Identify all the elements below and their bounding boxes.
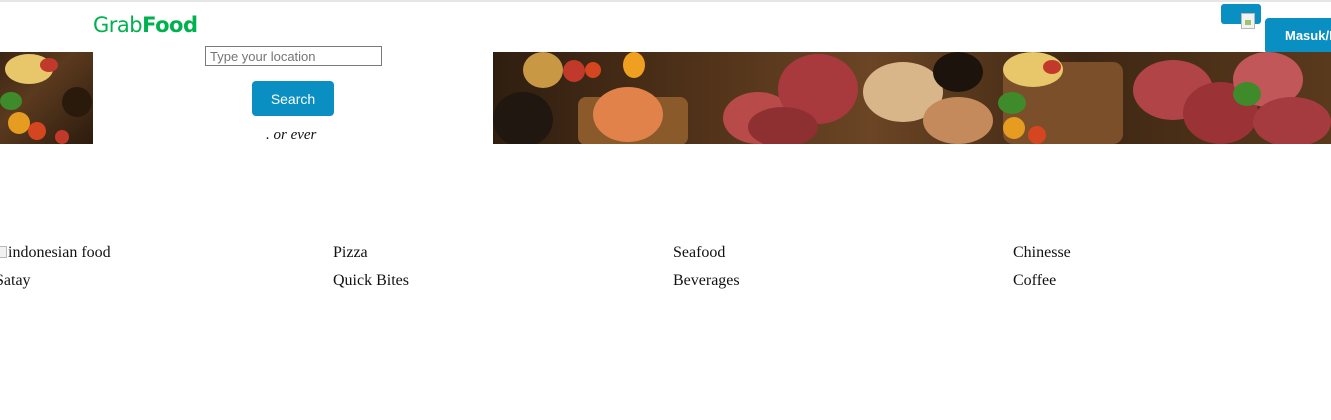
category-pizza[interactable]: Pizza — [333, 244, 368, 262]
category-label: Satay — [0, 272, 31, 289]
leaf-icon — [998, 92, 1026, 114]
beef-slice-icon-7 — [1253, 97, 1331, 144]
location-input[interactable] — [205, 46, 382, 66]
roasted-vegetables-icon — [593, 87, 663, 142]
login-button[interactable]: Masuk/Daftar — [1265, 18, 1331, 54]
category-label: Beverages — [673, 272, 740, 289]
tomato-icon — [40, 58, 58, 72]
pan-icon — [493, 92, 553, 144]
broken-image-icon — [0, 246, 7, 258]
grabfood-logo[interactable]: GrabFood — [93, 13, 198, 37]
onion-icon — [923, 97, 993, 144]
logo-food-text: Food — [142, 13, 198, 37]
leaf-icon — [0, 92, 22, 110]
tomato-icon-2 — [585, 62, 601, 78]
beef-slice-icon-3 — [748, 107, 818, 144]
tomato-icon-3 — [1043, 60, 1061, 74]
orange-tomato-icon — [1003, 117, 1025, 139]
category-seafood[interactable]: Seafood — [673, 244, 725, 262]
category-label: Seafood — [673, 244, 726, 261]
pepper-icon — [623, 52, 645, 78]
orange-tomato-icon — [8, 112, 30, 134]
cherry-tomato-icon-2 — [55, 130, 69, 144]
tomato-icon — [563, 60, 585, 82]
category-label: Quick Bites — [333, 272, 409, 289]
search-button[interactable]: Search — [252, 81, 334, 116]
header: GrabFood Masuk/Daftar — [0, 2, 1331, 54]
logo-grab-text: Grab — [93, 13, 143, 37]
cherry-tomato-icon — [1028, 126, 1046, 144]
category-quick-bites[interactable]: Quick Bites — [333, 272, 409, 290]
cherry-tomato-icon — [28, 122, 46, 140]
category-label: Pizza — [333, 244, 368, 261]
dark-bowl-icon — [933, 52, 983, 92]
lemon-icon — [523, 52, 563, 88]
category-label: Coffee — [1013, 272, 1057, 289]
category-chinesse[interactable]: Chinesse — [1013, 244, 1071, 262]
category-label: Chinesse — [1013, 244, 1071, 261]
banner-image-left — [0, 52, 93, 144]
banner-image-right — [493, 52, 1331, 144]
category-label: indonesian food — [8, 244, 111, 261]
broken-image-icon — [1241, 13, 1255, 29]
category-indonesian-food[interactable]: indonesian food — [0, 244, 111, 262]
tagline-text: . or ever — [266, 127, 317, 143]
herb-icon — [1233, 82, 1261, 106]
category-coffee[interactable]: Coffee — [1013, 272, 1056, 290]
bowl-icon — [62, 87, 92, 117]
category-beverages[interactable]: Beverages — [673, 272, 740, 290]
category-satay[interactable]: Satay — [0, 272, 31, 290]
